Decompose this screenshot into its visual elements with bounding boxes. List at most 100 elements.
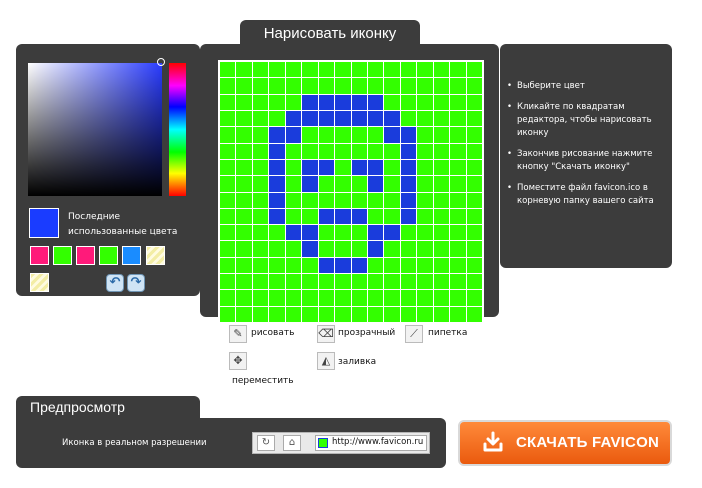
pixel-cell[interactable] [236, 241, 252, 257]
recent-color-swatch[interactable] [76, 246, 95, 265]
pixel-cell[interactable] [400, 78, 417, 94]
pixel-cell[interactable] [269, 208, 285, 225]
pixel-cell[interactable] [417, 159, 433, 176]
pixel-cell[interactable] [302, 257, 318, 274]
pixel-cell[interactable] [302, 62, 318, 78]
pixel-cell[interactable] [318, 159, 335, 176]
pixel-cell[interactable] [236, 274, 252, 290]
pixel-cell[interactable] [417, 290, 433, 306]
pixel-cell[interactable] [252, 127, 269, 143]
pixel-cell[interactable] [220, 127, 236, 143]
pixel-cell[interactable] [236, 257, 252, 274]
pixel-cell[interactable] [367, 241, 384, 257]
pixel-cell[interactable] [220, 241, 236, 257]
pixel-cell[interactable] [400, 290, 417, 306]
pixel-cell[interactable] [252, 62, 269, 78]
pixel-cell[interactable] [252, 208, 269, 225]
pixel-cell[interactable] [335, 94, 351, 110]
pixel-cell[interactable] [400, 127, 417, 143]
pixel-cell[interactable] [450, 208, 466, 225]
pixel-cell[interactable] [220, 208, 236, 225]
pixel-cell[interactable] [466, 78, 482, 94]
pixel-cell[interactable] [417, 143, 433, 159]
pixel-cell[interactable] [269, 192, 285, 208]
color-picker-cursor[interactable] [157, 58, 165, 66]
pixel-cell[interactable] [252, 290, 269, 306]
pixel-cell[interactable] [252, 110, 269, 127]
pixel-cell[interactable] [466, 290, 482, 306]
pixel-cell[interactable] [466, 176, 482, 192]
pixel-cell[interactable] [252, 176, 269, 192]
pixel-cell[interactable] [302, 274, 318, 290]
pixel-cell[interactable] [220, 94, 236, 110]
pixel-cell[interactable] [384, 208, 400, 225]
pixel-cell[interactable] [335, 306, 351, 322]
pixel-cell[interactable] [302, 241, 318, 257]
hue-slider[interactable] [169, 63, 186, 196]
pixel-cell[interactable] [351, 159, 367, 176]
pixel-cell[interactable] [318, 274, 335, 290]
pixel-cell[interactable] [466, 257, 482, 274]
pixel-cell[interactable] [285, 127, 302, 143]
pixel-cell[interactable] [252, 257, 269, 274]
pixel-cell[interactable] [252, 78, 269, 94]
pixel-cell[interactable] [417, 225, 433, 241]
pixel-cell[interactable] [220, 176, 236, 192]
pixel-cell[interactable] [236, 127, 252, 143]
redo-icon[interactable]: ↷ [127, 274, 145, 292]
pixel-cell[interactable] [335, 257, 351, 274]
undo-icon[interactable]: ↶ [106, 274, 124, 292]
pixel-cell[interactable] [450, 127, 466, 143]
pixel-cell[interactable] [335, 110, 351, 127]
pixel-cell[interactable] [466, 274, 482, 290]
pixel-cell[interactable] [450, 274, 466, 290]
pixel-cell[interactable] [450, 62, 466, 78]
pixel-cell[interactable] [367, 127, 384, 143]
pixel-cell[interactable] [269, 159, 285, 176]
pixel-cell[interactable] [433, 62, 450, 78]
pixel-cell[interactable] [335, 62, 351, 78]
pixel-cell[interactable] [220, 143, 236, 159]
tool-eyedropper-label[interactable]: пипетка [428, 328, 467, 338]
pixel-cell[interactable] [400, 225, 417, 241]
pixel-cell[interactable] [417, 78, 433, 94]
pixel-cell[interactable] [318, 208, 335, 225]
pixel-cell[interactable] [450, 94, 466, 110]
download-favicon-button[interactable]: СКАЧАТЬ FAVICON [458, 420, 672, 466]
pixel-cell[interactable] [417, 241, 433, 257]
pixel-cell[interactable] [433, 159, 450, 176]
pixel-cell[interactable] [285, 257, 302, 274]
tool-draw-label[interactable]: рисовать [251, 328, 294, 338]
pixel-cell[interactable] [351, 192, 367, 208]
pixel-cell[interactable] [302, 225, 318, 241]
pixel-cell[interactable] [269, 257, 285, 274]
pixel-cell[interactable] [351, 306, 367, 322]
pixel-cell[interactable] [433, 306, 450, 322]
pixel-cell[interactable] [220, 306, 236, 322]
pixel-cell[interactable] [384, 225, 400, 241]
pixel-cell[interactable] [318, 176, 335, 192]
pixel-cell[interactable] [433, 274, 450, 290]
pixel-cell[interactable] [269, 143, 285, 159]
pixel-cell[interactable] [433, 94, 450, 110]
pixel-cell[interactable] [285, 110, 302, 127]
pixel-cell[interactable] [302, 192, 318, 208]
pixel-cell[interactable] [466, 241, 482, 257]
pixel-cell[interactable] [351, 176, 367, 192]
pixel-cell[interactable] [285, 290, 302, 306]
pixel-cell[interactable] [466, 306, 482, 322]
eyedropper-icon[interactable]: ⟋ [405, 325, 423, 343]
pixel-cell[interactable] [318, 94, 335, 110]
pixel-cell[interactable] [367, 208, 384, 225]
pixel-cell[interactable] [335, 143, 351, 159]
pixel-cell[interactable] [466, 225, 482, 241]
pixel-cell[interactable] [318, 290, 335, 306]
pixel-cell[interactable] [351, 290, 367, 306]
pixel-cell[interactable] [236, 176, 252, 192]
pixel-cell[interactable] [450, 110, 466, 127]
pixel-cell[interactable] [302, 176, 318, 192]
pixel-cell[interactable] [351, 257, 367, 274]
pixel-cell[interactable] [466, 159, 482, 176]
pixel-cell[interactable] [302, 159, 318, 176]
pixel-cell[interactable] [433, 290, 450, 306]
